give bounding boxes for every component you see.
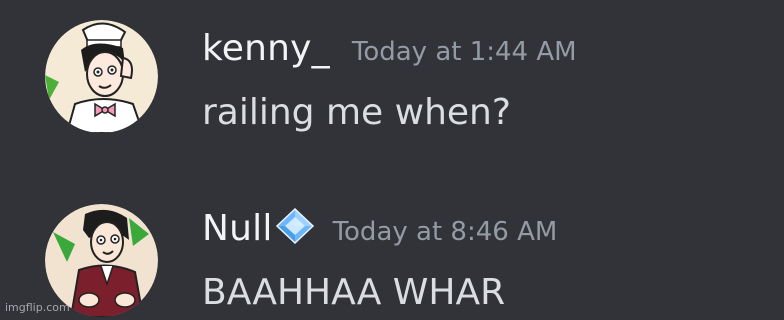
character-avatar-kenny — [45, 20, 158, 133]
timestamp[interactable]: Today at 8:46 AM — [333, 217, 558, 247]
message-header: Null Today at 8:46 AM — [202, 208, 557, 249]
message-header: kenny_ Today at 1:44 AM — [202, 28, 577, 69]
message-item: Null Today at 8:46 AM BAAHHAA WHAR — [0, 200, 784, 320]
username[interactable]: Null — [202, 208, 273, 249]
diamond-badge-icon[interactable] — [275, 208, 315, 244]
message-item: kenny_ Today at 1:44 AM railing me when? — [0, 20, 784, 140]
message-text: railing me when? — [202, 92, 511, 133]
timestamp[interactable]: Today at 1:44 AM — [352, 37, 577, 67]
message-text: BAAHHAA WHAR — [202, 272, 506, 313]
username[interactable]: kenny_ — [202, 28, 330, 69]
watermark-text: imgflip.com — [5, 301, 70, 314]
user-avatar[interactable] — [45, 20, 158, 133]
chat-screenshot: { "messages": [ { "username": "kenny_", … — [0, 0, 784, 318]
